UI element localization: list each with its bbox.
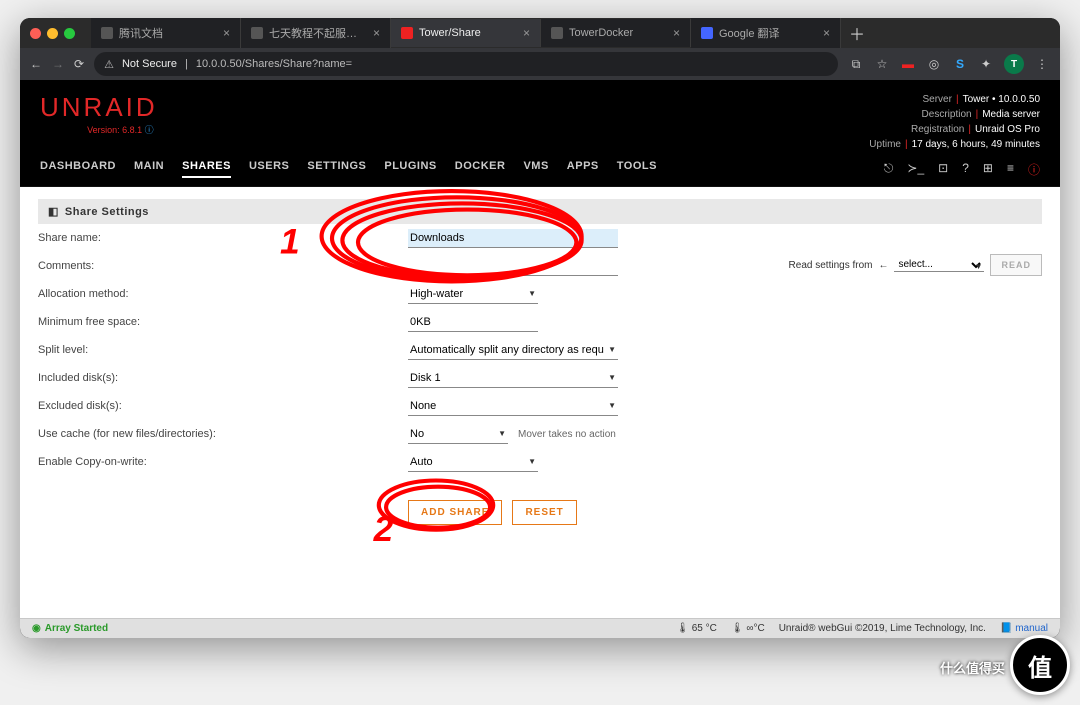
nav-settings[interactable]: SETTINGS xyxy=(307,160,366,178)
close-icon[interactable]: × xyxy=(523,26,530,40)
allocation-select[interactable]: High-water xyxy=(408,285,538,304)
unraid-logo: UNRAID xyxy=(40,92,158,123)
close-icon[interactable]: × xyxy=(223,26,230,40)
menu-icon[interactable]: ⋮ xyxy=(1034,56,1050,72)
label-share-name: Share name: xyxy=(38,232,408,244)
temp1: 🌡 65 °C xyxy=(676,623,717,634)
close-icon[interactable]: × xyxy=(673,26,680,40)
address-bar: ← → ⟳ ⚠ Not Secure | 10.0.0.50/Shares/Sh… xyxy=(20,48,1060,80)
translate-icon[interactable]: ⧉ xyxy=(848,56,864,72)
nav-vms[interactable]: VMS xyxy=(523,160,548,178)
use-cache-select[interactable]: No xyxy=(408,425,508,444)
logout-icon[interactable]: ⎋ xyxy=(884,161,894,178)
temp2: 🌡 ∞°C xyxy=(731,623,765,634)
tab-0[interactable]: 腾讯文档× xyxy=(91,18,241,48)
share-name-input[interactable] xyxy=(408,229,618,248)
add-share-button[interactable]: ADD SHARE xyxy=(408,500,502,525)
version-text: Version: 6.8.1 ⓘ xyxy=(40,123,158,136)
row-share-name: Share name: xyxy=(38,224,762,252)
main-content: ◧ Share Settings Share name: Comments: A… xyxy=(20,187,1060,618)
terminal-icon[interactable]: ≻_ xyxy=(907,161,924,178)
included-disks-select[interactable]: Disk 1 xyxy=(408,369,618,388)
new-tab-button[interactable]: ＋ xyxy=(841,21,873,45)
copyright: Unraid® webGui ©2019, Lime Technology, I… xyxy=(779,623,986,634)
system-info: Server|Tower • 10.0.0.50 Description|Med… xyxy=(869,92,1040,152)
min-free-input[interactable] xyxy=(408,313,538,332)
help-icon[interactable]: ? xyxy=(962,161,969,178)
nav-tools[interactable]: TOOLS xyxy=(617,160,657,178)
arrow-left-icon: ← xyxy=(878,260,888,271)
nav-plugins[interactable]: PLUGINS xyxy=(384,160,436,178)
tab-3[interactable]: TowerDocker× xyxy=(541,19,691,47)
nav-users[interactable]: USERS xyxy=(249,160,289,178)
not-secure-icon: ⚠ xyxy=(104,58,114,71)
reset-button[interactable]: RESET xyxy=(512,500,576,525)
read-button[interactable]: READ xyxy=(990,254,1042,276)
nav-main[interactable]: MAIN xyxy=(134,160,164,178)
watermark-text: 什么值得买 xyxy=(940,658,1005,677)
log-icon[interactable]: ≡ xyxy=(1007,161,1014,178)
cow-select[interactable]: Auto xyxy=(408,453,538,472)
feedback-icon[interactable]: ⊡ xyxy=(938,161,948,178)
main-nav: DASHBOARD MAIN SHARES USERS SETTINGS PLU… xyxy=(40,160,657,178)
array-status: ◉Array Started xyxy=(32,623,108,634)
split-level-select[interactable]: Automatically split any directory as req… xyxy=(408,341,618,360)
panel-icon: ◧ xyxy=(48,205,59,218)
back-button[interactable]: ← xyxy=(30,57,42,71)
nav-shares[interactable]: SHARES xyxy=(182,160,231,178)
read-from-label: Read settings from xyxy=(789,260,873,271)
browser-tabs: 腾讯文档× 七天教程不起服务怎么办？...× Tower/Share× Towe… xyxy=(91,18,1050,48)
url-input[interactable]: ⚠ Not Secure | 10.0.0.50/Shares/Share?na… xyxy=(94,52,838,76)
shield-icon[interactable]: ◎ xyxy=(926,56,942,72)
nav-dashboard[interactable]: DASHBOARD xyxy=(40,160,116,178)
window-titlebar: 腾讯文档× 七天教程不起服务怎么办？...× Tower/Share× Towe… xyxy=(20,18,1060,48)
mover-hint: Mover takes no action xyxy=(518,429,616,440)
reload-button[interactable]: ⟳ xyxy=(74,57,84,71)
watermark-logo: 值 xyxy=(1010,635,1070,695)
comments-input[interactable] xyxy=(408,257,618,276)
close-icon[interactable]: × xyxy=(373,26,380,40)
star-icon[interactable]: ☆ xyxy=(874,56,890,72)
row-comments: Comments: xyxy=(38,252,762,280)
profile-avatar[interactable]: T xyxy=(1004,54,1024,74)
puzzle-icon[interactable]: ✦ xyxy=(978,56,994,72)
minimize-window-icon[interactable] xyxy=(47,28,58,39)
maximize-window-icon[interactable] xyxy=(64,28,75,39)
excluded-disks-select[interactable]: None xyxy=(408,397,618,416)
footer: ◉Array Started 🌡 65 °C 🌡 ∞°C Unraid® web… xyxy=(20,618,1060,638)
info-icon[interactable]: ⊞ xyxy=(983,161,993,178)
security-label: Not Secure xyxy=(122,58,177,70)
nav-docker[interactable]: DOCKER xyxy=(455,160,506,178)
tab-4[interactable]: Google 翻译× xyxy=(691,18,841,48)
extension-icon[interactable]: ▬ xyxy=(900,56,916,72)
nav-apps[interactable]: APPS xyxy=(567,160,599,178)
close-icon[interactable]: × xyxy=(823,26,830,40)
panel-title: ◧ Share Settings xyxy=(38,199,1042,224)
warning-icon[interactable]: ⓘ xyxy=(1028,161,1040,178)
read-from-select[interactable]: select... xyxy=(894,258,984,272)
tab-1[interactable]: 七天教程不起服务怎么办？...× xyxy=(241,18,391,48)
ext-s-icon[interactable]: S xyxy=(952,56,968,72)
close-window-icon[interactable] xyxy=(30,28,41,39)
tab-2[interactable]: Tower/Share× xyxy=(391,19,541,47)
manual-link[interactable]: 📘 manual xyxy=(1000,623,1048,634)
forward-button[interactable]: → xyxy=(52,57,64,71)
url-text: 10.0.0.50/Shares/Share?name= xyxy=(196,58,352,70)
